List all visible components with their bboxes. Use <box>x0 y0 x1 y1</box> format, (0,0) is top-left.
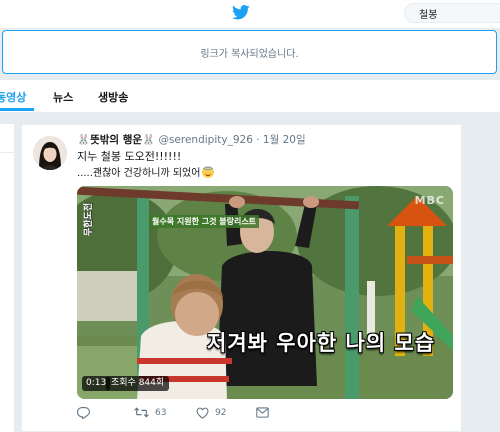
heart-icon <box>196 407 209 419</box>
active-tab-indicator <box>0 108 34 111</box>
avatar-photo <box>33 136 67 170</box>
left-sidebar-edge <box>0 124 15 432</box>
retweet-icon <box>134 407 149 418</box>
video-view-count: 조회수 844회 <box>106 376 170 391</box>
retweet-count: 63 <box>155 407 167 418</box>
video-frame <box>77 186 453 399</box>
tweet-header: 🐰뜻밖의 행운🐰 @serendipity_926 · 1월 20일 <box>77 132 306 147</box>
retweet-button[interactable]: 63 <box>134 407 166 418</box>
search-input[interactable]: 철봉 <box>404 3 500 23</box>
display-name[interactable]: 🐰뜻밖의 행운🐰 <box>77 134 155 146</box>
envelope-icon <box>256 407 269 418</box>
avatar[interactable] <box>33 136 67 170</box>
link-copied-toast: 링크가 복사되었습니다. <box>2 30 497 74</box>
tweet-text-line-1: 지누 철봉 도오전!!!!!! <box>77 150 182 163</box>
video-caption: 저겨봐 우아한 나의 모습 <box>207 331 436 355</box>
reply-icon <box>77 407 90 419</box>
search-query: 철봉 <box>419 10 438 21</box>
video-tag: 월수목 지원한 그것 블랑리스트 <box>149 215 260 228</box>
timestamp[interactable]: 1월 20일 <box>263 134 306 146</box>
top-bar: 철봉 <box>0 0 500 28</box>
user-handle[interactable]: @serendipity_926 <box>158 134 252 146</box>
toast-message: 링크가 복사되었습니다. <box>200 49 299 60</box>
tab-news[interactable]: 뉴스 <box>53 89 73 105</box>
broadcaster-watermark: MBC <box>414 194 445 207</box>
tweet-actions: 63 92 <box>77 405 377 425</box>
tweet-text-line-2: .....괜찮아 건강하니까 되었어 <box>77 168 201 179</box>
tweet-card[interactable]: 🐰뜻밖의 행운🐰 @serendipity_926 · 1월 20일 지누 철봉… <box>21 124 462 432</box>
separator-dot: · <box>256 134 260 146</box>
video-player[interactable]: 무한도전 월수목 지원한 그것 블랑리스트 MBC 저겨봐 우아한 나의 모습 … <box>77 186 453 399</box>
tab-live[interactable]: 생방송 <box>98 89 128 105</box>
like-button[interactable]: 92 <box>196 407 226 419</box>
like-count: 92 <box>215 408 227 418</box>
twitter-bird-icon[interactable] <box>232 5 250 20</box>
show-logo: 무한도전 <box>84 202 94 236</box>
direct-message-button[interactable] <box>256 407 269 418</box>
tweet-text-line-2-wrapper: .....괜찮아 건강하니까 되었어 <box>77 164 215 179</box>
reply-button[interactable] <box>77 407 90 419</box>
divider <box>0 152 14 153</box>
tab-videos[interactable]: 동영상 <box>0 89 26 105</box>
search-filter-tabs: 동영상 뉴스 생방송 <box>0 80 500 113</box>
